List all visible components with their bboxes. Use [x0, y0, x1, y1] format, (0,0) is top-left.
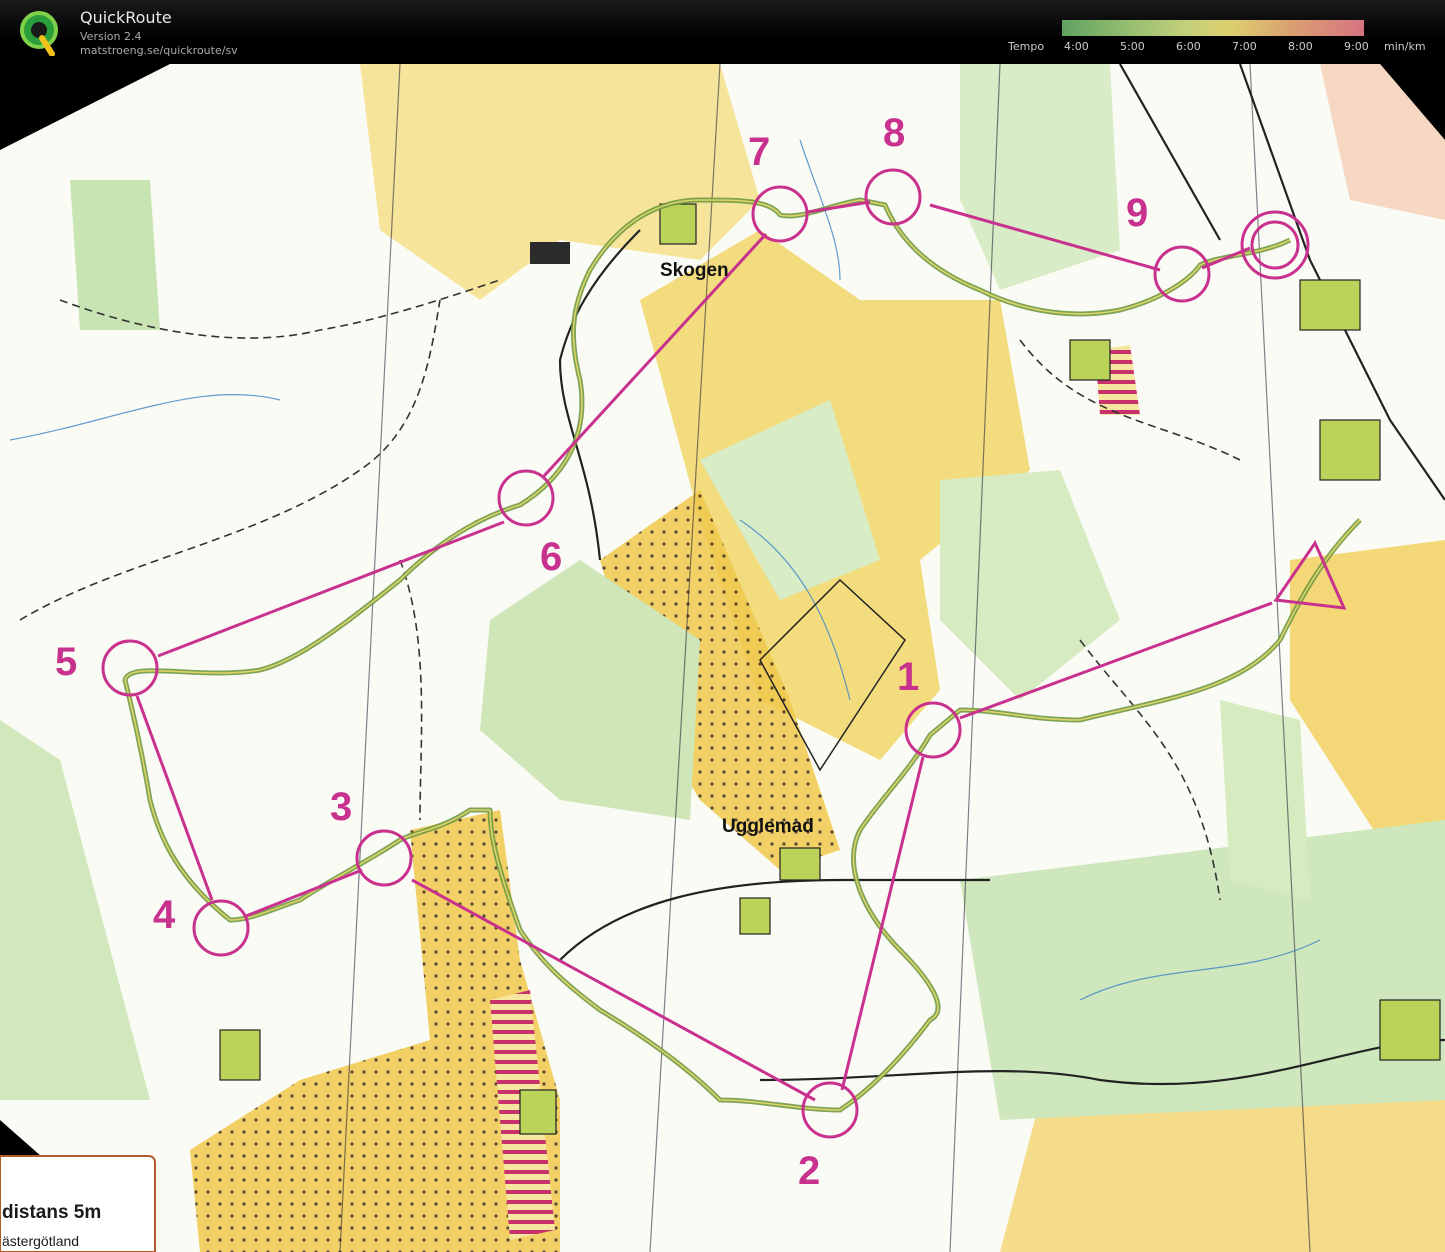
- control-number-2: 2: [798, 1149, 820, 1193]
- app-version: Version 2.4: [80, 30, 142, 43]
- control-number-6: 6: [540, 535, 562, 579]
- control-number-1: 1: [897, 655, 919, 699]
- legend-subtitle: ästergötland: [2, 1233, 79, 1249]
- tempo-label: Tempo: [1008, 40, 1045, 53]
- app-title: QuickRoute: [80, 8, 172, 27]
- quickroute-window: QuickRoute Version 2.4 matstroeng.se/qui…: [0, 0, 1445, 1252]
- control-number-4: 4: [153, 893, 176, 937]
- app-url: matstroeng.se/quickroute/sv: [80, 44, 238, 57]
- app-header: QuickRoute Version 2.4 matstroeng.se/qui…: [0, 0, 1445, 64]
- green-area: [70, 180, 160, 330]
- orienteering-map[interactable]: 1 2 3 4 5 6 7 8 9 Skogen Ugglemad distan…: [0, 64, 1445, 1252]
- tempo-unit: min/km: [1384, 40, 1426, 53]
- tempo-ticks: 4:00 5:00 6:00 7:00 8:00 9:00: [1062, 40, 1372, 54]
- legend-title: distans 5m: [2, 1202, 101, 1223]
- map-legend-box: distans 5m ästergötland: [0, 1155, 156, 1252]
- control-number-3: 3: [330, 785, 352, 829]
- tempo-color-scale: [1062, 20, 1364, 36]
- control-number-9: 9: [1126, 191, 1148, 235]
- control-number-8: 8: [883, 111, 905, 155]
- quickroute-logo-icon: [20, 11, 58, 56]
- map-canvas[interactable]: 1 2 3 4 5 6 7 8 9 Skogen Ugglemad distan…: [0, 64, 1445, 1252]
- map-terrain: [0, 64, 1445, 1252]
- tempo-tick: 8:00: [1288, 40, 1313, 53]
- control-number-5: 5: [55, 640, 77, 684]
- tempo-tick: 5:00: [1120, 40, 1145, 53]
- tempo-tick: 7:00: [1232, 40, 1257, 53]
- control-number-7: 7: [748, 130, 770, 174]
- place-label-skogen: Skogen: [660, 260, 729, 281]
- place-label-ugglemad: Ugglemad: [722, 816, 814, 837]
- building-dark: [530, 242, 570, 264]
- green-area: [1220, 700, 1310, 900]
- tempo-tick: 6:00: [1176, 40, 1201, 53]
- tempo-tick: 4:00: [1064, 40, 1089, 53]
- tempo-tick: 9:00: [1344, 40, 1369, 53]
